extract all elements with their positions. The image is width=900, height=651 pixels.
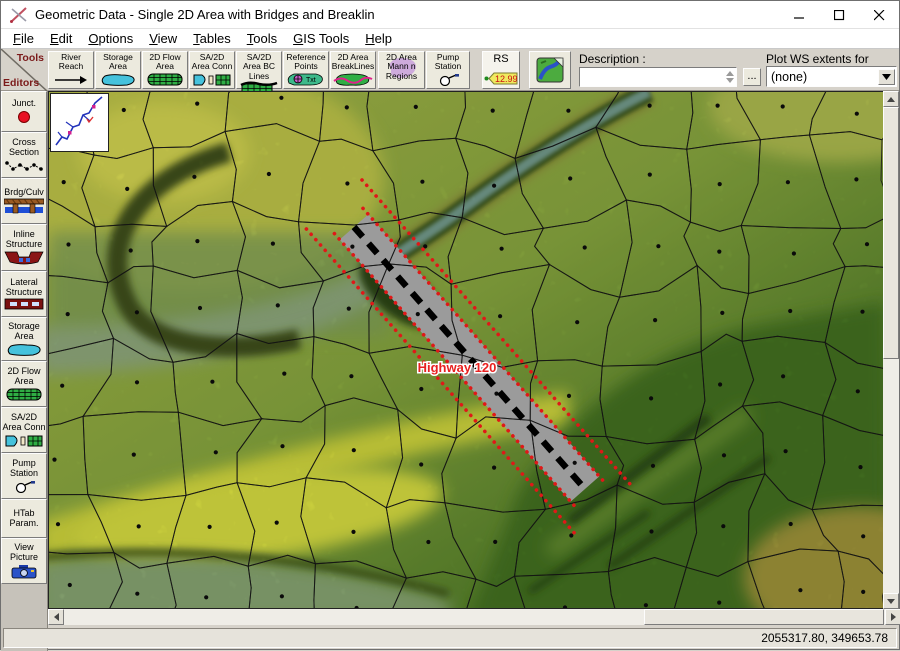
arrow-down-icon — [887, 599, 895, 604]
sa-2d-area-conn-icon — [4, 434, 44, 447]
vertical-scrollbar[interactable] — [883, 91, 899, 609]
tools-label: Tools — [17, 52, 44, 64]
junction-icon — [17, 110, 31, 124]
description-spinner[interactable] — [724, 69, 735, 85]
editors-label: Editors — [3, 77, 39, 89]
sidebar-item-lateral-structure[interactable]: Lateral Structure — [1, 271, 47, 317]
maximize-button[interactable] — [819, 1, 859, 29]
2d-area-breaklines-button[interactable]: 2D Area BreakLines — [330, 51, 376, 89]
2d-flow-area-icon — [5, 388, 43, 401]
profile-selected-value: (none) — [767, 70, 878, 84]
lateral-structure-icon — [4, 298, 44, 310]
menu-bar: File Edit Options View Tables Tools GIS … — [1, 29, 899, 49]
pump-station-button[interactable]: Pump Station — [426, 51, 470, 89]
camera-icon — [11, 564, 37, 579]
sidebar-item-inline-structure[interactable]: Inline Structure — [1, 224, 47, 271]
bridge-culvert-icon — [4, 198, 44, 214]
menu-view[interactable]: View — [141, 30, 185, 47]
menu-tables[interactable]: Tables — [185, 30, 239, 47]
sa-2d-area-conn-icon — [192, 73, 232, 86]
menu-options[interactable]: Options — [80, 30, 141, 47]
scroll-left-button[interactable] — [48, 609, 64, 625]
maximize-icon — [834, 10, 845, 21]
gis-map-icon — [536, 57, 564, 83]
menu-gis-tools[interactable]: GIS Tools — [285, 30, 357, 47]
river-reach-button[interactable]: River Reach — [48, 51, 94, 89]
chevron-down-icon — [882, 74, 891, 80]
menu-file[interactable]: File — [5, 30, 42, 47]
arrow-right-icon — [891, 613, 896, 621]
storage-area-icon — [5, 343, 43, 356]
storage-area-button[interactable]: Storage Area — [95, 51, 141, 89]
horizontal-scroll-thumb[interactable] — [644, 609, 884, 625]
sidebar-item-view-picture[interactable]: View Picture — [1, 538, 47, 584]
editors-sidebar: Junct. Cross Section Brdg/Culv Inline St… — [1, 91, 48, 651]
scroll-right-button[interactable] — [885, 609, 900, 625]
close-icon — [874, 10, 885, 21]
2d-area-mann-n-regions-button[interactable]: 2D Area Mann n Regions — [378, 51, 425, 89]
inline-structure-icon — [4, 250, 44, 265]
sidebar-item-junction[interactable]: Junct. — [1, 91, 47, 132]
menu-tools[interactable]: Tools — [239, 30, 285, 47]
cursor-coordinates: 2055317.80, 349653.78 — [761, 631, 888, 645]
river-reach-icon — [53, 75, 89, 86]
2d-area-breaklines-icon — [333, 73, 373, 86]
menu-edit[interactable]: Edit — [42, 30, 80, 47]
rs-indicator[interactable]: RS 12.99 — [482, 51, 520, 89]
rs-tag-icon: 12.99 — [483, 71, 519, 86]
sidebar-item-pump-station[interactable]: Pump Station — [1, 453, 47, 499]
spinner-down-icon — [726, 78, 734, 83]
minimize-button[interactable] — [779, 1, 819, 29]
terrain-map: Highway 120 — [49, 92, 885, 609]
description-input[interactable] — [579, 67, 737, 87]
arrow-left-icon — [54, 613, 59, 621]
minimize-icon — [794, 10, 805, 21]
sa-2d-area-conn-button[interactable]: SA/2D Area Conn — [189, 51, 235, 89]
sidebar-item-sa-2d-area-conn[interactable]: SA/2D Area Conn — [1, 407, 47, 453]
svg-text:12.99: 12.99 — [495, 74, 518, 84]
sa-2d-area-bc-lines-button[interactable]: SA/2D Area BC Lines — [236, 51, 282, 89]
close-button[interactable] — [859, 1, 899, 29]
storage-area-icon — [99, 73, 137, 86]
scroll-up-button[interactable] — [883, 91, 899, 107]
sidebar-item-2d-flow-area[interactable]: 2D Flow Area — [1, 361, 47, 407]
description-ellipsis-button[interactable]: ... — [743, 68, 761, 86]
sidebar-item-htab-param[interactable]: HTab Param. — [1, 499, 47, 538]
cross-section-icon — [5, 159, 43, 172]
horizontal-scrollbar[interactable] — [48, 609, 900, 625]
reference-points-icon: Txt — [286, 72, 326, 86]
map-canvas[interactable]: Highway 120 — [48, 91, 885, 609]
geometric-data-window: Geometric Data - Single 2D Area with Bri… — [0, 0, 900, 650]
svg-text:Txt: Txt — [306, 77, 316, 84]
2d-flow-area-icon — [146, 73, 184, 86]
profile-combobox[interactable]: (none) — [766, 66, 897, 87]
tools-editors-corner: Tools Editors — [1, 49, 47, 91]
title-bar: Geometric Data - Single 2D Area with Bri… — [1, 1, 899, 29]
vertical-scroll-thumb[interactable] — [883, 107, 899, 359]
schematic-minimap — [51, 94, 109, 152]
pump-station-icon — [435, 73, 461, 86]
sidebar-item-bridge-culvert[interactable]: Brdg/Culv — [1, 178, 47, 224]
pump-station-icon — [11, 480, 37, 493]
status-bar: 2055317.80, 349653.78 — [3, 628, 897, 648]
spinner-up-icon — [726, 71, 734, 76]
window-title: Geometric Data - Single 2D Area with Bri… — [35, 7, 375, 22]
highway-label: Highway 120 — [418, 360, 497, 375]
scroll-down-button[interactable] — [883, 593, 899, 609]
toolbar: Tools Editors River Reach Storage Area 2… — [1, 49, 899, 91]
reference-points-button[interactable]: Reference Points Txt — [283, 51, 329, 89]
gis-tools-button[interactable] — [529, 51, 571, 89]
arrow-up-icon — [887, 97, 895, 102]
profile-dropdown-button[interactable] — [878, 69, 895, 85]
2d-flow-area-button[interactable]: 2D Flow Area — [142, 51, 188, 89]
description-label: Description : — [579, 52, 646, 66]
sidebar-item-cross-section[interactable]: Cross Section — [1, 132, 47, 178]
app-icon — [9, 6, 29, 24]
sidebar-item-storage-area[interactable]: Storage Area — [1, 317, 47, 361]
menu-help[interactable]: Help — [357, 30, 400, 47]
